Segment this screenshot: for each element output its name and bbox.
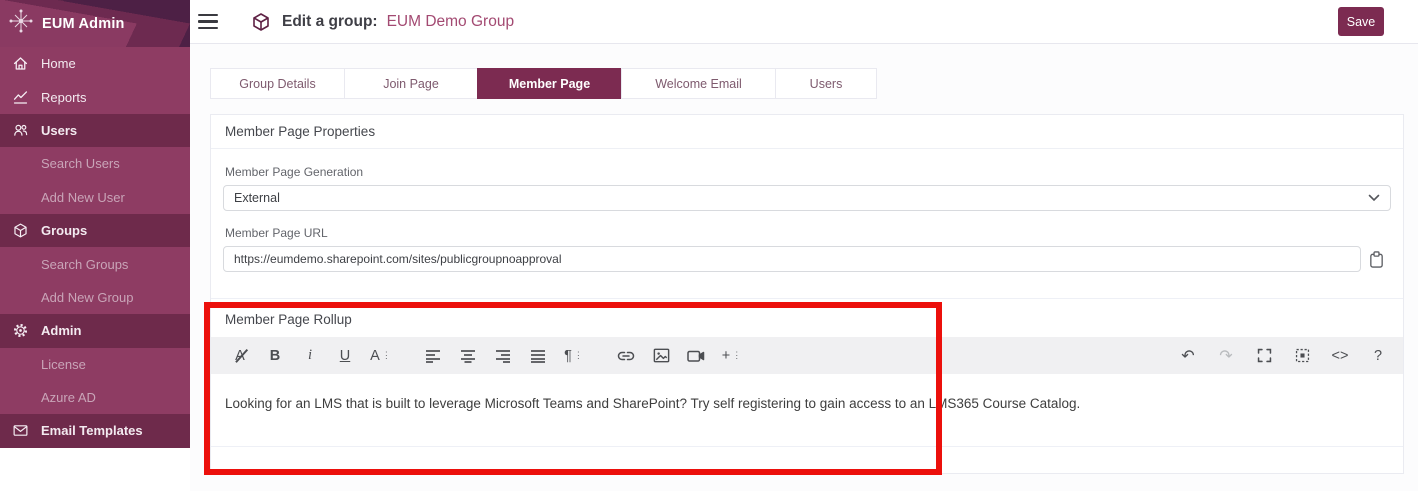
tab-label: Member Page	[508, 76, 591, 91]
paragraph-glyph: ¶	[564, 347, 572, 364]
reports-icon	[11, 88, 29, 106]
tab-users[interactable]: Users	[775, 68, 877, 99]
envelope-icon	[11, 422, 29, 440]
card-header: Member Page Properties	[211, 115, 1403, 149]
cube-icon	[11, 222, 29, 240]
align-right-icon[interactable]	[492, 343, 514, 369]
toolbar-right-group: ↶ ↷ <> ?	[1177, 343, 1389, 369]
sidebar-item-label: Search Groups	[41, 256, 129, 272]
sidebar-item-add-new-user[interactable]: Add New User	[0, 181, 190, 214]
member-page-card: Member Page Properties Member Page Gener…	[210, 114, 1404, 474]
editor-toolbar: A B i U A ⋮ ¶ ⋮ + ⋮ ↶ ↷ <> ?	[211, 337, 1403, 374]
section-title: Member Page Properties	[225, 124, 376, 139]
bold-icon[interactable]: B	[264, 343, 286, 369]
plus-glyph: +	[721, 347, 731, 364]
generation-value: External	[234, 191, 280, 205]
sidebar: EUM Admin Home Reports Users Search User…	[0, 0, 190, 448]
home-icon	[11, 55, 29, 73]
clear-formatting-icon[interactable]: A	[229, 343, 251, 369]
url-row	[223, 246, 1391, 272]
rollup-label: Member Page Rollup	[225, 312, 352, 327]
sidebar-item-label: Add New Group	[41, 289, 134, 305]
clear-formatting-glyph: A	[235, 347, 245, 364]
group-name: EUM Demo Group	[386, 12, 515, 30]
gear-icon	[11, 322, 29, 340]
card-body: Member Page Generation External Member P…	[211, 149, 1403, 473]
italic-icon[interactable]: i	[299, 343, 321, 369]
fullscreen-icon[interactable]	[1253, 343, 1275, 369]
paragraph-format-icon[interactable]: ¶ ⋮	[562, 343, 584, 369]
users-icon	[11, 121, 29, 139]
align-justify-icon[interactable]	[527, 343, 549, 369]
undo-icon[interactable]: ↶	[1177, 343, 1199, 369]
main-content: Group Details Join Page Member Page Welc…	[190, 44, 1418, 491]
insert-link-icon[interactable]	[615, 343, 637, 369]
sidebar-item-add-new-group[interactable]: Add New Group	[0, 281, 190, 314]
generation-select[interactable]: External	[223, 185, 1391, 211]
sidebar-item-search-groups[interactable]: Search Groups	[0, 247, 190, 280]
sidebar-item-license[interactable]: License	[0, 348, 190, 381]
brand-logo-icon	[8, 8, 34, 39]
tab-member-page[interactable]: Member Page	[477, 68, 622, 99]
menu-toggle-icon[interactable]	[198, 13, 218, 30]
insert-more-icon[interactable]: + ⋮	[720, 343, 742, 369]
dropdown-dots-icon: ⋮	[573, 350, 583, 360]
help-icon[interactable]: ?	[1367, 343, 1389, 369]
code-view-icon[interactable]: <>	[1329, 343, 1351, 369]
sidebar-item-search-users[interactable]: Search Users	[0, 147, 190, 180]
tab-group-details[interactable]: Group Details	[210, 68, 345, 99]
insert-video-icon[interactable]	[685, 343, 707, 369]
group-cube-icon	[251, 12, 271, 32]
tab-bar: Group Details Join Page Member Page Welc…	[210, 68, 877, 99]
url-input[interactable]	[223, 246, 1361, 272]
tab-label: Users	[809, 76, 843, 91]
dropdown-dots-icon: ⋮	[732, 350, 741, 360]
align-left-icon[interactable]	[422, 343, 444, 369]
editor-content[interactable]: Looking for an LMS that is built to leve…	[223, 374, 1391, 446]
sidebar-item-email-templates[interactable]: Email Templates	[0, 414, 190, 448]
sidebar-item-label: Add New User	[41, 189, 125, 205]
chevron-down-icon	[1368, 191, 1380, 205]
top-bar: Edit a group: EUM Demo Group	[190, 0, 1418, 44]
sidebar-item-label: Search Users	[41, 156, 120, 172]
sidebar-item-label: Users	[41, 122, 78, 138]
sidebar-item-label: Reports	[41, 89, 87, 105]
font-size-icon[interactable]: A ⋮	[369, 343, 391, 369]
sidebar-item-label: Azure AD	[41, 390, 96, 406]
tab-welcome-email[interactable]: Welcome Email	[621, 68, 776, 99]
editor-footer	[223, 447, 1391, 473]
page-title: Edit a group:	[282, 12, 378, 30]
font-size-glyph: A	[370, 347, 380, 364]
brand-title: EUM Admin	[42, 15, 125, 32]
save-button[interactable]: Save	[1338, 7, 1384, 36]
tab-label: Welcome Email	[655, 76, 742, 91]
sidebar-item-label: Admin	[41, 323, 82, 339]
copy-to-clipboard-button[interactable]	[1361, 246, 1391, 272]
sidebar-item-admin[interactable]: Admin	[0, 314, 190, 348]
select-all-icon[interactable]	[1291, 343, 1313, 369]
sidebar-item-reports[interactable]: Reports	[0, 80, 190, 113]
brand-header: EUM Admin	[0, 0, 190, 47]
sidebar-item-label: Home	[41, 56, 76, 72]
dropdown-dots-icon: ⋮	[381, 350, 391, 360]
align-center-icon[interactable]	[457, 343, 479, 369]
tab-join-page[interactable]: Join Page	[344, 68, 478, 99]
sidebar-item-groups[interactable]: Groups	[0, 213, 190, 248]
url-label: Member Page URL	[225, 226, 328, 240]
generation-label: Member Page Generation	[225, 165, 364, 179]
sidebar-item-azure-ad[interactable]: Azure AD	[0, 381, 190, 414]
tab-label: Group Details	[239, 76, 316, 91]
sidebar-item-label: License	[41, 356, 86, 372]
insert-image-icon[interactable]	[650, 343, 672, 369]
redo-icon[interactable]: ↷	[1215, 343, 1237, 369]
sidebar-item-label: Email Templates	[41, 423, 143, 439]
sidebar-item-label: Groups	[41, 223, 88, 239]
sidebar-item-users[interactable]: Users	[0, 113, 190, 148]
tab-label: Join Page	[383, 76, 439, 91]
sidebar-item-home[interactable]: Home	[0, 47, 190, 80]
underline-icon[interactable]: U	[334, 343, 356, 369]
